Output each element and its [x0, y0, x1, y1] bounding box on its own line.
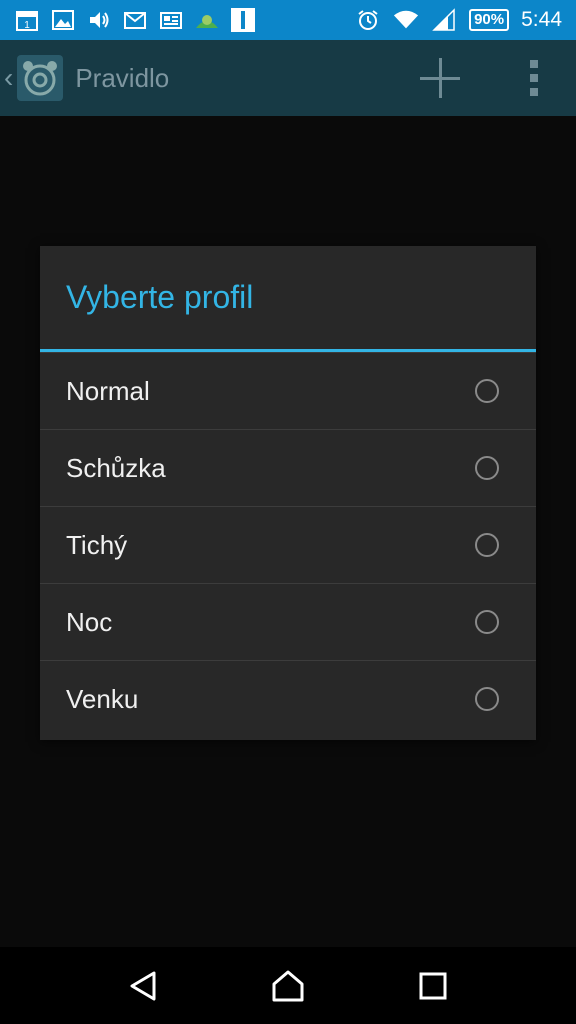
profile-option-venku[interactable]: Venku [40, 660, 536, 737]
volume-icon [86, 7, 112, 33]
calendar-day: 1 [24, 20, 30, 31]
dialog-title: Vyberte profil [66, 279, 254, 315]
action-bar-actions [418, 56, 576, 100]
status-time: 5:44 [521, 8, 562, 31]
radio-button[interactable] [475, 687, 499, 711]
alarm-icon [355, 7, 381, 33]
select-profile-dialog: Vyberte profil Normal Schůzka Tichý Noc … [40, 246, 536, 740]
gmail-icon [122, 7, 148, 33]
calendar-icon: 1 [14, 7, 40, 33]
option-label: Tichý [66, 529, 128, 560]
option-label: Venku [66, 683, 139, 714]
app-logo-icon[interactable] [17, 55, 64, 101]
profile-option-normal[interactable]: Normal [40, 352, 536, 429]
screen: 1 90% 5:44 ‹ Pravidlo Vyberte profil Nor… [0, 0, 576, 1024]
status-bar: 1 90% 5:44 [0, 0, 576, 40]
notification-icons: 1 [0, 7, 256, 33]
app-icon [230, 7, 256, 33]
radio-button[interactable] [475, 610, 499, 634]
overflow-menu-icon[interactable] [528, 60, 540, 96]
signal-icon [431, 7, 457, 33]
page-title: Pravidlo [75, 62, 170, 93]
radio-button[interactable] [475, 533, 499, 557]
profile-option-tichy[interactable]: Tichý [40, 506, 536, 583]
profile-option-schuzka[interactable]: Schůzka [40, 429, 536, 506]
recents-icon[interactable] [413, 966, 453, 1006]
radio-button[interactable] [475, 456, 499, 480]
news-icon [158, 7, 184, 33]
gallery-icon [50, 7, 76, 33]
wifi-icon [393, 7, 419, 33]
weather-icon [194, 7, 220, 33]
back-icon[interactable] [123, 966, 163, 1006]
action-bar: ‹ Pravidlo [0, 40, 576, 116]
navigation-bar [0, 947, 576, 1024]
radio-button[interactable] [475, 379, 499, 403]
battery-indicator: 90% [469, 9, 510, 31]
system-icons: 90% 5:44 [355, 7, 576, 33]
home-icon[interactable] [268, 966, 308, 1006]
option-label: Schůzka [66, 452, 166, 483]
add-icon[interactable] [418, 56, 462, 100]
option-label: Normal [66, 375, 150, 406]
back-chevron-icon[interactable]: ‹ [4, 62, 13, 94]
profile-option-noc[interactable]: Noc [40, 583, 536, 660]
option-label: Noc [66, 606, 113, 637]
